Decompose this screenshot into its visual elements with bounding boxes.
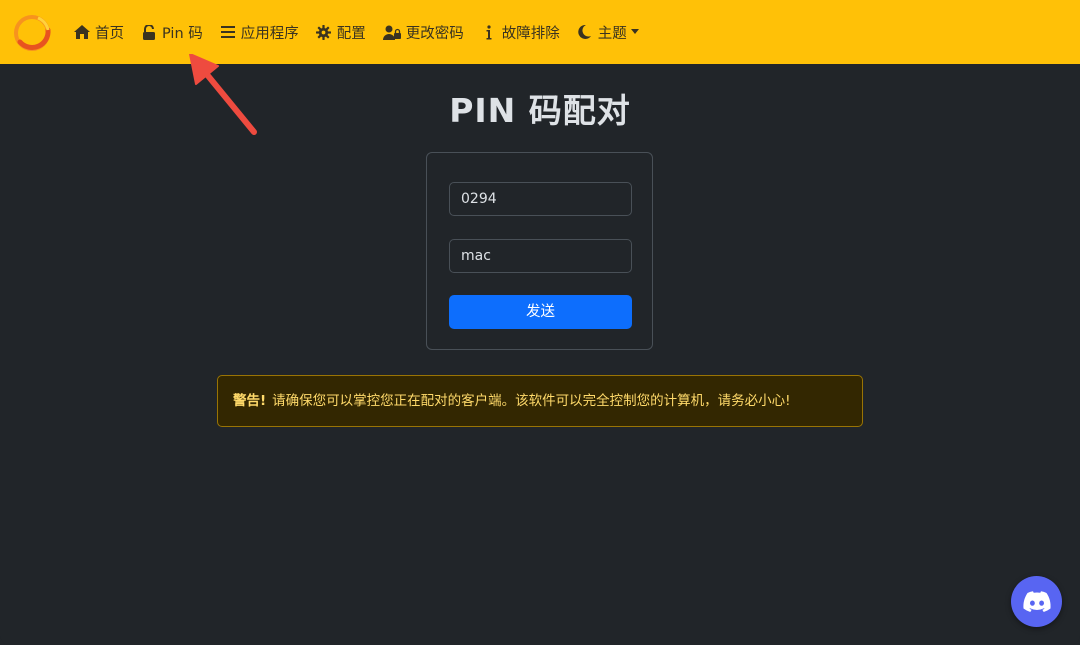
nav-item-apps[interactable]: 应用程序 (220, 22, 299, 43)
nav-item-config[interactable]: 配置 (316, 22, 366, 43)
logo-icon (14, 15, 51, 51)
pin-pairing-form: 0294 mac 发送 (426, 152, 653, 350)
discord-icon (1022, 590, 1051, 612)
navbar: 首页 Pin 码 应用程序 配置 更改密码 故障排除 主题 (0, 0, 1080, 64)
page-title: PIN 码配对 (449, 91, 631, 130)
nav-item-label: 故障排除 (501, 25, 560, 42)
warning-alert: 警告! 请确保您可以掌控您正在配对的客户端。该软件可以完全控制您的计算机，请务必小… (217, 375, 863, 427)
nav-item-home[interactable]: 首页 (74, 22, 124, 43)
nav-item-theme[interactable]: 主题 (577, 22, 639, 43)
nav-item-label: Pin 码 (162, 25, 203, 42)
home-icon (74, 24, 90, 40)
device-name-input[interactable]: mac (449, 239, 632, 273)
nav-item-pin[interactable]: Pin 码 (141, 22, 203, 43)
nav-menu: 首页 Pin 码 应用程序 配置 更改密码 故障排除 主题 (74, 0, 656, 64)
moon-icon (577, 24, 593, 40)
nav-item-label: 应用程序 (240, 25, 299, 42)
pin-input[interactable]: 0294 (449, 182, 632, 216)
send-button[interactable]: 发送 (449, 295, 632, 329)
app-page: 首页 Pin 码 应用程序 配置 更改密码 故障排除 主题 PIN 码配对 02… (0, 0, 1080, 645)
alert-strong: 警告! (233, 393, 267, 409)
nav-item-troubleshoot[interactable]: 故障排除 (481, 22, 560, 43)
nav-item-label: 主题 (597, 25, 627, 42)
unlock-icon (141, 24, 157, 40)
alert-text: 请确保您可以掌控您正在配对的客户端。该软件可以完全控制您的计算机，请务必小心! (272, 393, 791, 409)
list-icon (220, 24, 236, 40)
nav-item-label: 首页 (95, 25, 124, 42)
nav-item-password[interactable]: 更改密码 (382, 22, 464, 43)
nav-item-label: 更改密码 (405, 25, 464, 42)
gear-icon (316, 24, 332, 40)
info-icon (481, 24, 497, 40)
user-lock-icon (382, 24, 401, 40)
discord-button[interactable] (1011, 576, 1062, 627)
nav-item-label: 配置 (336, 25, 366, 42)
brand-logo[interactable] (12, 12, 52, 52)
chevron-down-icon (630, 28, 639, 34)
